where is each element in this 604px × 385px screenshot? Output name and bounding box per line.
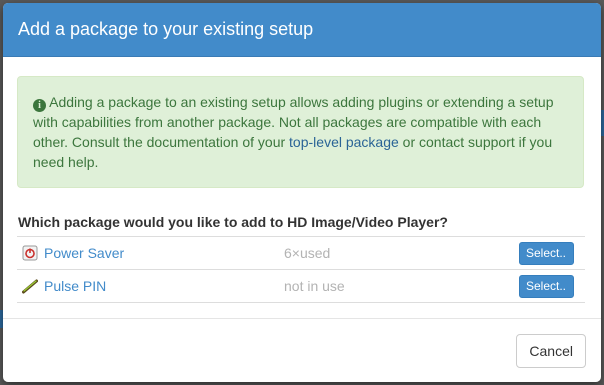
dialog-body: i Adding a package to an existing setup … — [3, 57, 601, 303]
table-row: Power Saver 6×used Select.. — [17, 236, 585, 270]
dialog-title: Add a package to your existing setup — [18, 19, 314, 39]
power-saver-icon — [22, 245, 38, 261]
package-usage: not in use — [284, 269, 490, 303]
info-icon: i — [33, 99, 46, 112]
package-link-pulse-pin[interactable]: Pulse PIN — [44, 278, 106, 294]
cancel-button[interactable]: Cancel — [516, 334, 586, 368]
package-question: Which package would you like to add to H… — [18, 214, 448, 230]
package-link-power-saver[interactable]: Power Saver — [44, 245, 124, 261]
pulse-pin-icon — [22, 278, 38, 294]
dialog-footer: Cancel — [3, 318, 601, 382]
select-button-power-saver[interactable]: Select.. — [518, 241, 574, 265]
package-usage: 6×used — [284, 236, 490, 270]
add-package-dialog: Add a package to your existing setup i A… — [3, 3, 601, 382]
package-table: Power Saver 6×used Select.. Pulse PIN no… — [17, 236, 585, 303]
select-button-pulse-pin[interactable]: Select.. — [518, 274, 574, 298]
table-row: Pulse PIN not in use Select.. — [17, 269, 585, 303]
dialog-header: Add a package to your existing setup — [3, 3, 601, 57]
top-level-package-link[interactable]: top-level package — [289, 134, 399, 150]
info-alert: i Adding a package to an existing setup … — [17, 76, 584, 188]
